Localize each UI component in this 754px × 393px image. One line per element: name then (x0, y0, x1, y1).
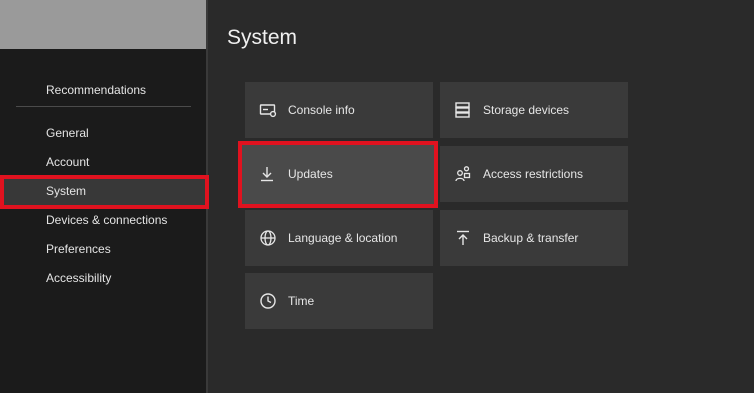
settings-screen: Recommendations General Account System D… (0, 0, 754, 393)
page-title: System (227, 26, 298, 49)
tile-label: Updates (288, 167, 333, 181)
console-info-icon (259, 101, 277, 119)
sidebar-item-system[interactable]: System (0, 177, 206, 206)
upload-icon (454, 229, 472, 247)
sidebar-item-general[interactable]: General (0, 119, 206, 148)
tile-label: Console info (288, 103, 355, 117)
sidebar-item-label: System (46, 184, 87, 198)
sidebar-item-label: Recommendations (46, 83, 147, 97)
sidebar-item-label: Accessibility (46, 271, 112, 285)
tile-console-info[interactable]: Console info (245, 82, 433, 138)
tile-access-restrictions[interactable]: Access restrictions (440, 146, 628, 202)
sidebar-item-account[interactable]: Account (0, 148, 206, 177)
clock-icon (259, 292, 277, 310)
tile-storage-devices[interactable]: Storage devices (440, 82, 628, 138)
sidebar-item-recommendations[interactable]: Recommendations (0, 76, 206, 105)
sidebar-header (0, 0, 206, 49)
tile-label: Language & location (288, 231, 398, 245)
download-icon (258, 165, 276, 183)
sidebar: Recommendations General Account System D… (0, 0, 206, 393)
storage-icon (454, 101, 472, 119)
globe-icon (259, 229, 277, 247)
sidebar-divider (16, 106, 191, 107)
tile-language-location[interactable]: Language & location (245, 210, 433, 266)
tile-label: Storage devices (483, 103, 570, 117)
sidebar-item-label: General (46, 126, 89, 140)
sidebar-item-preferences[interactable]: Preferences (0, 235, 206, 264)
sidebar-item-label: Preferences (46, 242, 111, 256)
tile-label: Time (288, 294, 315, 308)
sidebar-item-devices-connections[interactable]: Devices & connections (0, 206, 206, 235)
sidebar-item-accessibility[interactable]: Accessibility (0, 264, 206, 293)
sidebar-item-label: Devices & connections (46, 213, 168, 227)
sidebar-edge (206, 0, 208, 393)
tile-time[interactable]: Time (245, 273, 433, 329)
tile-backup-transfer[interactable]: Backup & transfer (440, 210, 628, 266)
tile-updates[interactable]: Updates (240, 143, 436, 205)
sidebar-item-label: Account (46, 155, 90, 169)
tile-label: Backup & transfer (483, 231, 579, 245)
people-lock-icon (454, 165, 472, 183)
tile-label: Access restrictions (483, 167, 584, 181)
